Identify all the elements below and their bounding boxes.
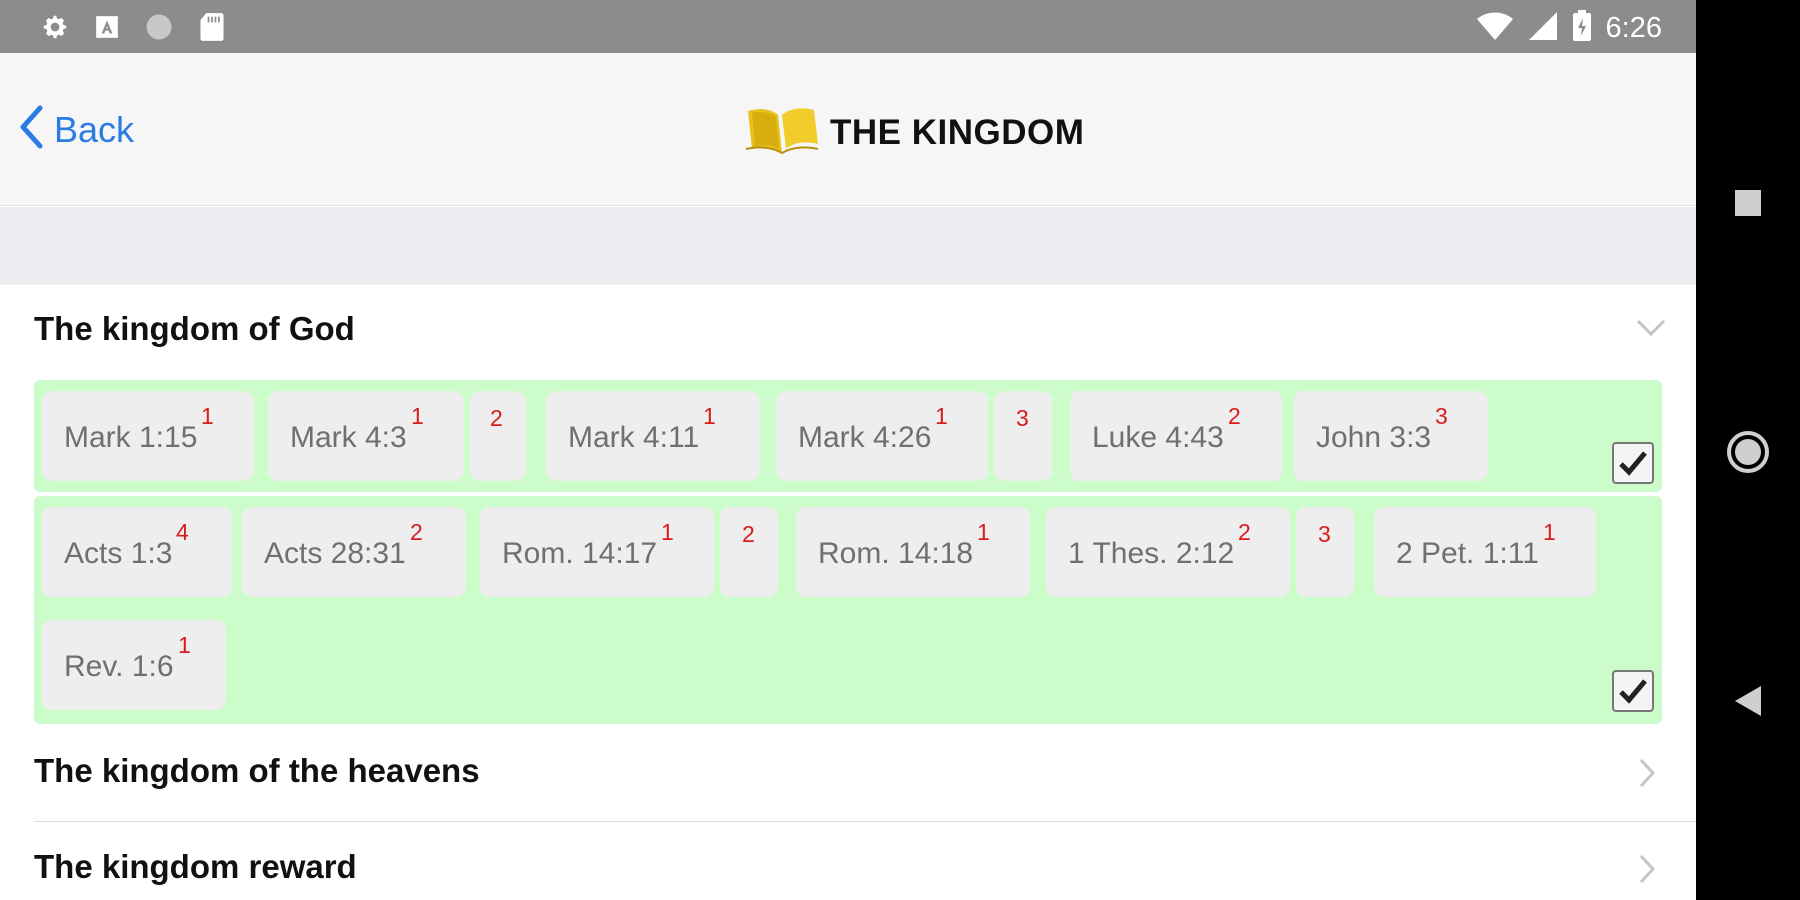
page-title: THE KINGDOM [830, 112, 1085, 152]
chevron-down-icon[interactable] [1636, 318, 1666, 343]
verse-tag[interactable]: Rom. 14:17 1 [480, 507, 714, 597]
verse-tag[interactable]: Mark 1:15 1 [42, 391, 254, 481]
gear-icon [40, 12, 70, 47]
chevron-left-icon [18, 105, 44, 154]
verse-tag[interactable]: Luke 4:43 2 [1070, 391, 1282, 481]
section-title-kingdom-of-god[interactable]: The kingdom of God [34, 310, 355, 348]
verse-tag-extra[interactable]: 3 [1296, 507, 1354, 597]
divider [34, 821, 1696, 822]
chevron-right-icon[interactable] [1638, 854, 1656, 889]
system-nav-bar [1696, 0, 1800, 900]
circle-icon [144, 12, 174, 47]
app-screen: 6:26 Back THE KINGDOM The kingdom of God… [0, 0, 1696, 900]
header-title-group: THE KINGDOM [744, 105, 1084, 160]
group-checkbox[interactable] [1612, 442, 1654, 484]
home-circle-icon[interactable] [1696, 430, 1800, 474]
back-triangle-icon[interactable] [1696, 684, 1800, 718]
section-title-kingdom-reward[interactable]: The kingdom reward [34, 848, 357, 886]
nav-header: Back THE KINGDOM [0, 53, 1696, 206]
a-icon [94, 14, 120, 45]
verse-tag[interactable]: Acts 1:3 4 [42, 507, 232, 597]
chevron-right-icon[interactable] [1638, 758, 1656, 793]
verse-tag[interactable]: Rev. 1:6 1 [42, 620, 226, 710]
back-button[interactable]: Back [18, 105, 134, 154]
group-checkbox[interactable] [1612, 670, 1654, 712]
verse-tag-extra[interactable]: 3 [994, 391, 1052, 481]
recents-square-icon[interactable] [1696, 188, 1800, 218]
verse-tag[interactable]: 2 Pet. 1:11 1 [1374, 507, 1596, 597]
checkmark-icon [1619, 679, 1647, 704]
status-left-icons [40, 12, 226, 47]
header-spacer [0, 207, 1696, 285]
section-title-kingdom-of-heavens[interactable]: The kingdom of the heavens [34, 752, 480, 790]
verse-tag[interactable]: Mark 4:11 1 [546, 391, 760, 481]
verse-group-2: Acts 1:3 4 Acts 28:31 2 Rom. 14:17 1 2 Rom.… [34, 496, 1662, 724]
verse-tag[interactable]: Acts 28:31 2 [242, 507, 466, 597]
verse-tag[interactable]: Rom. 14:18 1 [796, 507, 1030, 597]
verse-tag-extra[interactable]: 2 [470, 391, 526, 481]
checkmark-icon [1619, 451, 1647, 476]
battery-icon [1572, 10, 1592, 47]
wifi-icon [1476, 11, 1514, 46]
sd-card-icon [198, 12, 226, 47]
verse-tag[interactable]: Mark 4:26 1 [776, 391, 988, 481]
verse-tag-extra[interactable]: 2 [720, 507, 778, 597]
book-icon [744, 105, 820, 160]
verse-tag[interactable]: 1 Thes. 2:12 2 [1046, 507, 1290, 597]
verse-group-1: Mark 1:15 1 Mark 4:3 1 2 Mark 4:11 1 Mark 4… [34, 380, 1662, 492]
verse-tag[interactable]: John 3:3 3 [1294, 391, 1488, 481]
status-time: 6:26 [1605, 12, 1662, 44]
status-bar: 6:26 [0, 0, 1696, 53]
status-right-icons: 6:26 [1476, 10, 1662, 47]
verse-tag[interactable]: Mark 4:3 1 [268, 391, 464, 481]
signal-icon [1528, 11, 1558, 46]
back-label: Back [54, 108, 135, 150]
